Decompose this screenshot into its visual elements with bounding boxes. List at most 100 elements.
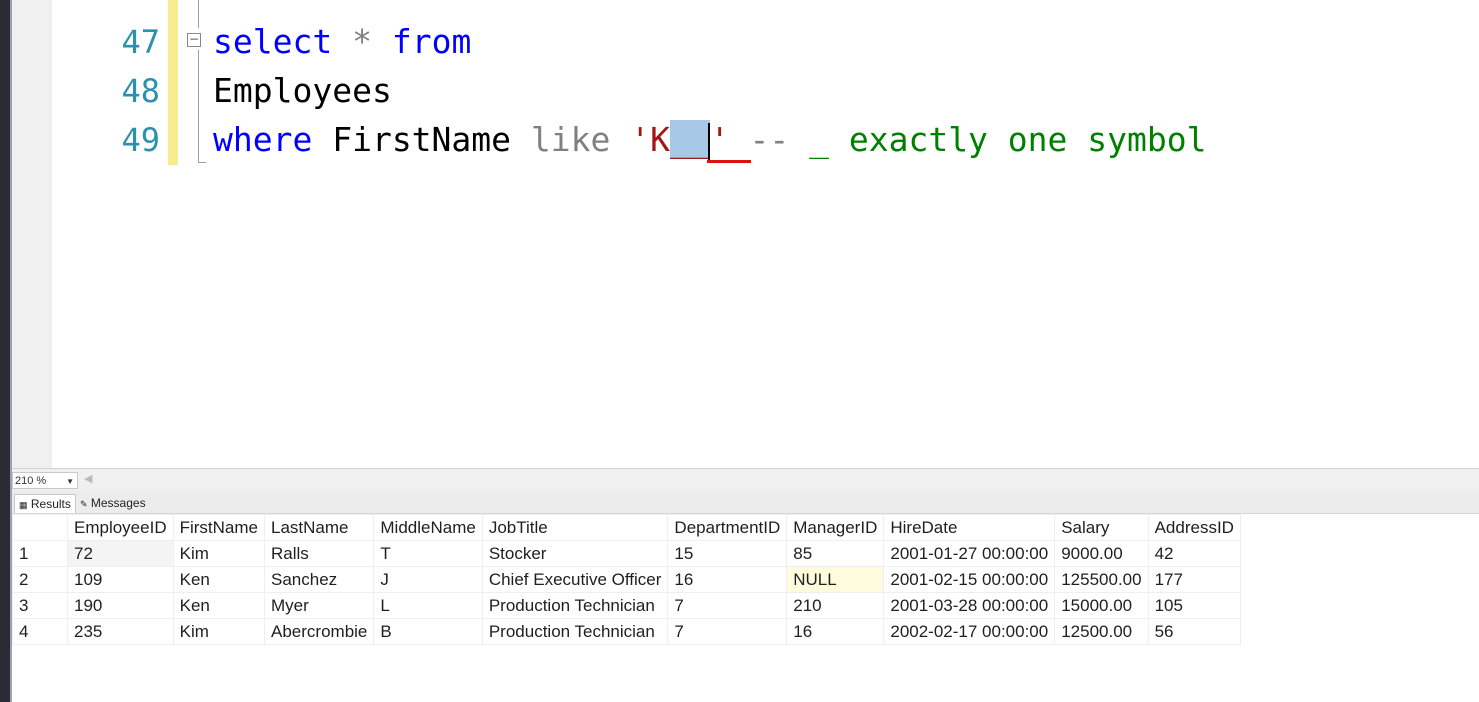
- column-header[interactable]: FirstName: [172, 514, 266, 541]
- table-cell[interactable]: Myer: [264, 592, 375, 619]
- table-cell[interactable]: 56: [1147, 618, 1241, 645]
- scroll-left-icon[interactable]: ◀: [84, 472, 92, 485]
- code-line[interactable]: select * from: [213, 18, 471, 66]
- table-row[interactable]: 3 190 Ken Myer L Production Technician 7 210 200…: [12, 592, 1241, 619]
- table-cell[interactable]: Production Technician: [481, 618, 669, 645]
- table-cell[interactable]: Abercrombie: [264, 618, 375, 645]
- table-cell[interactable]: 7: [667, 592, 788, 619]
- fold-guide-end: [198, 162, 206, 163]
- table-cell[interactable]: Stocker: [481, 540, 669, 567]
- column-header[interactable]: EmployeeID: [67, 514, 174, 541]
- column-header[interactable]: HireDate: [883, 514, 1056, 541]
- code-token: __: [670, 120, 710, 159]
- code-line[interactable]: where FirstName like 'K__' -- _ exactly …: [213, 116, 1206, 164]
- tab-results-label: Results: [30, 497, 71, 511]
- window-frame-left: [0, 0, 10, 702]
- table-cell[interactable]: 15000.00: [1054, 592, 1149, 619]
- code-token: from: [391, 22, 472, 61]
- zoom-bar: 210 % ▼ ◀: [12, 468, 1479, 492]
- line-number: 48: [121, 72, 160, 110]
- line-number: 47: [121, 23, 160, 61]
- table-cell[interactable]: J: [373, 566, 483, 593]
- zoom-value: 210 %: [15, 475, 47, 487]
- code-token: like: [530, 120, 611, 159]
- row-number[interactable]: 4: [12, 618, 68, 645]
- code-line[interactable]: Employees: [213, 67, 392, 115]
- code-token: select: [213, 22, 333, 61]
- table-cell[interactable]: B: [373, 618, 483, 645]
- table-row[interactable]: 4 235 Kim Abercrombie B Production Technician…: [12, 618, 1241, 645]
- table-cell[interactable]: 210: [786, 592, 885, 619]
- table-cell[interactable]: 16: [667, 566, 788, 593]
- table-row[interactable]: 2 109 Ken Sanchez J Chief Executive Officer 16…: [12, 566, 1241, 593]
- table-cell[interactable]: 9000.00: [1054, 540, 1149, 567]
- table-cell[interactable]: 2001-03-28 00:00:00: [883, 592, 1056, 619]
- messages-icon: ✎: [80, 499, 88, 509]
- column-header[interactable]: DepartmentID: [667, 514, 788, 541]
- collapse-icon[interactable]: −: [187, 33, 201, 47]
- column-header[interactable]: Salary: [1054, 514, 1149, 541]
- table-cell[interactable]: 2001-01-27 00:00:00: [883, 540, 1056, 567]
- code-token: *: [352, 22, 372, 61]
- grid-icon: ▦: [19, 500, 28, 510]
- code-token: where: [213, 120, 313, 159]
- grid-header-row: EmployeeID FirstName LastName MiddleName Job…: [12, 514, 1241, 541]
- grid-corner[interactable]: [12, 514, 68, 541]
- code-token: 'K: [630, 120, 670, 159]
- column-header[interactable]: AddressID: [1147, 514, 1241, 541]
- table-cell[interactable]: 72: [67, 540, 174, 567]
- table-cell[interactable]: NULL: [786, 566, 885, 593]
- column-header[interactable]: LastName: [264, 514, 375, 541]
- row-number[interactable]: 3: [12, 592, 68, 619]
- table-cell[interactable]: Production Technician: [481, 592, 669, 619]
- code-token: --: [749, 120, 790, 159]
- column-header[interactable]: MiddleName: [373, 514, 483, 541]
- table-cell[interactable]: 190: [67, 592, 174, 619]
- table-cell[interactable]: 125500.00: [1054, 566, 1149, 593]
- table-cell[interactable]: Ken: [172, 566, 266, 593]
- row-number[interactable]: 1: [12, 540, 68, 567]
- table-cell[interactable]: 12500.00: [1054, 618, 1149, 645]
- table-cell[interactable]: 2002-02-17 00:00:00: [883, 618, 1056, 645]
- table-cell[interactable]: Chief Executive Officer: [481, 566, 669, 593]
- table-cell[interactable]: Ralls: [264, 540, 375, 567]
- table-row[interactable]: 1 72 Kim Ralls T Stocker 15 85 2001-01-27 00:00:…: [12, 540, 1241, 567]
- table-cell[interactable]: T: [373, 540, 483, 567]
- tab-messages[interactable]: ✎ Messages: [76, 494, 150, 512]
- table-cell[interactable]: 2001-02-15 00:00:00: [883, 566, 1056, 593]
- tab-messages-label: Messages: [90, 496, 146, 510]
- table-cell[interactable]: 109: [67, 566, 174, 593]
- editor-gutter: [12, 0, 52, 468]
- row-number[interactable]: 2: [12, 566, 68, 593]
- table-cell[interactable]: 105: [1147, 592, 1241, 619]
- table-cell[interactable]: 15: [667, 540, 788, 567]
- code-token: Employees: [213, 71, 392, 110]
- table-cell[interactable]: 16: [786, 618, 885, 645]
- table-cell[interactable]: 85: [786, 540, 885, 567]
- results-tabs: ▦ Results ✎ Messages: [12, 491, 1479, 514]
- change-tracking-bar: [168, 0, 178, 165]
- table-cell[interactable]: Kim: [172, 540, 266, 567]
- column-header[interactable]: ManagerID: [786, 514, 885, 541]
- table-cell[interactable]: Ken: [172, 592, 266, 619]
- table-cell[interactable]: Kim: [172, 618, 266, 645]
- table-cell[interactable]: 42: [1147, 540, 1241, 567]
- zoom-dropdown[interactable]: 210 % ▼: [12, 472, 78, 489]
- table-cell[interactable]: L: [373, 592, 483, 619]
- fold-guide: [198, 50, 199, 162]
- error-squiggle: [707, 160, 751, 163]
- line-number: 49: [121, 121, 160, 159]
- fold-guide-top: [198, 0, 199, 28]
- table-cell[interactable]: 235: [67, 618, 174, 645]
- table-cell[interactable]: 7: [667, 618, 788, 645]
- column-header[interactable]: JobTitle: [481, 514, 669, 541]
- grid-body: 1 72 Kim Ralls T Stocker 15 85 2001-01-27 00:00:…: [12, 540, 1241, 645]
- table-cell[interactable]: Sanchez: [264, 566, 375, 593]
- table-cell[interactable]: 177: [1147, 566, 1241, 593]
- chevron-down-icon[interactable]: ▼: [66, 473, 74, 490]
- tab-results[interactable]: ▦ Results: [14, 494, 76, 513]
- results-grid[interactable]: EmployeeID FirstName LastName MiddleName Job…: [12, 514, 1241, 645]
